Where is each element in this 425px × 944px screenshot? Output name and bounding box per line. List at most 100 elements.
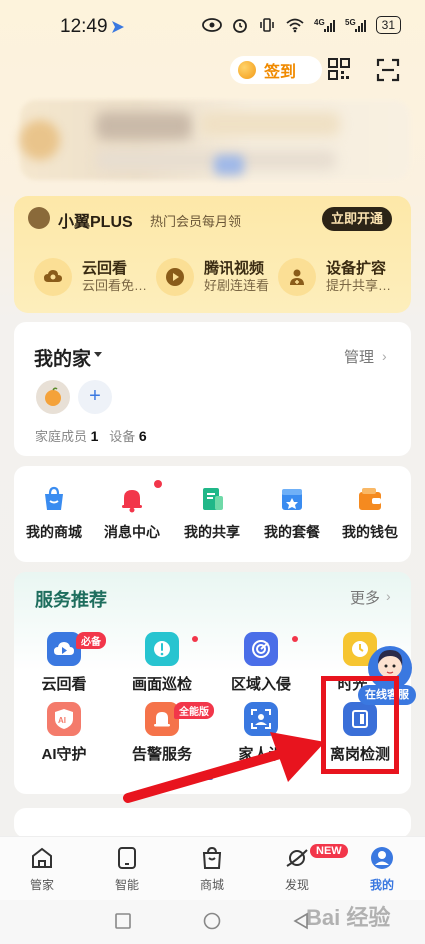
quick-item-share[interactable]: 我的共享 — [172, 484, 252, 542]
service-tag: 必备 — [76, 632, 106, 649]
signin-button[interactable]: 签到 — [230, 56, 322, 84]
quick-item-label: 我的钱包 — [342, 524, 398, 540]
plus-title: 小翼PLUS — [58, 214, 133, 231]
alarm-icon — [232, 19, 247, 33]
profile-blur-block — [96, 112, 192, 140]
svg-text:AI: AI — [58, 716, 66, 725]
vibrate-icon — [259, 18, 274, 32]
coin-icon — [238, 61, 256, 79]
quick-item-wallet[interactable]: 我的钱包 — [330, 484, 410, 542]
nav-label: 发现 — [284, 878, 309, 892]
quick-item-messages[interactable]: 消息中心 — [92, 484, 172, 542]
status-icons: 4G 5G 31 — [201, 16, 401, 34]
4g-signal-icon: 4G — [314, 18, 335, 32]
quick-item-package[interactable]: 我的套餐 — [252, 484, 332, 542]
scan-icon[interactable] — [376, 58, 400, 82]
service-label: 云回看 — [41, 676, 87, 693]
svg-text:4G: 4G — [314, 18, 325, 27]
members-label: 家庭成员 — [35, 429, 88, 444]
bell-icon — [122, 490, 142, 513]
5g-signal-icon: 5G — [345, 18, 366, 32]
home-icon — [32, 847, 52, 868]
quick-item-label: 我的商城 — [26, 524, 82, 540]
nav-label: 智能 — [114, 878, 139, 892]
quick-item-label: 我的套餐 — [264, 524, 320, 540]
service-label: 区域入侵 — [230, 676, 291, 693]
battery-icon: 31 — [375, 16, 401, 34]
signin-label: 签到 — [264, 64, 297, 81]
nav-item-mine[interactable]: 我的 — [352, 846, 412, 893]
nav-label: 管家 — [29, 878, 54, 892]
plus-logo-icon — [28, 207, 50, 229]
profile-avatar-blur — [20, 120, 60, 160]
perk-item[interactable]: 云回看 云回看免… — [34, 258, 147, 296]
qr-code-icon[interactable] — [328, 58, 350, 80]
quick-item-label: 消息中心 — [104, 524, 160, 540]
perk-subtitle: 云回看免… — [82, 278, 148, 293]
new-badge: NEW — [310, 844, 348, 858]
nav-label: 商城 — [199, 878, 224, 892]
quick-item-label: 我的共享 — [184, 524, 240, 540]
ai-guard-icon: AI — [47, 702, 81, 736]
shopping-bag-icon — [202, 846, 222, 869]
package-icon — [282, 489, 302, 510]
nav-item-mall[interactable]: 商城 — [182, 846, 242, 893]
perk-item[interactable]: 腾讯视频 好剧连连看 — [156, 258, 269, 296]
wifi-icon — [286, 18, 304, 33]
wallet-icon — [359, 488, 381, 510]
chevron-right-icon: › — [386, 588, 391, 604]
cloud-replay-icon — [34, 258, 72, 296]
add-member-button[interactable]: + — [78, 380, 112, 414]
profile-blur-block — [200, 112, 340, 136]
nav-item-smart[interactable]: 智能 — [97, 846, 157, 893]
chevron-right-icon: › — [382, 348, 387, 364]
service-tag: 全能版 — [174, 702, 214, 719]
pointer-arrow-icon — [123, 732, 325, 803]
plus-subtitle: 热门会员每月领 — [150, 214, 242, 229]
devices-count: 6 — [138, 428, 147, 444]
perk-subtitle: 提升共享… — [326, 278, 392, 293]
home-button-icon[interactable] — [203, 912, 221, 930]
devices-label: 设备 — [109, 429, 136, 444]
perk-subtitle: 好剧连连看 — [204, 278, 270, 293]
perk-title: 腾讯视频 — [204, 260, 265, 277]
eye-icon — [201, 18, 222, 32]
manage-link[interactable]: 管理 — [344, 346, 374, 367]
expand-device-icon — [278, 258, 316, 296]
notification-dot — [192, 636, 198, 642]
perk-title: 云回看 — [82, 260, 128, 277]
profile-blur-block — [214, 155, 244, 175]
share-icon — [203, 488, 223, 510]
nav-label: 我的 — [369, 878, 394, 892]
user-icon — [371, 847, 393, 869]
perk-item[interactable]: 设备扩容 提升共享… — [278, 258, 391, 296]
notification-dot — [292, 636, 298, 642]
notification-dot — [154, 480, 162, 488]
service-title: 服务推荐 — [35, 590, 107, 610]
watermark: Bai 经验 — [306, 905, 391, 930]
quick-item-mall[interactable]: 我的商城 — [14, 484, 94, 542]
service-ai-guard[interactable]: AI AI守护 — [19, 702, 109, 764]
next-card — [14, 808, 411, 838]
perk-title: 设备扩容 — [326, 260, 387, 277]
member-avatar[interactable] — [36, 380, 70, 414]
tablet-icon — [118, 847, 136, 869]
nav-item-home[interactable]: 管家 — [12, 846, 72, 893]
family-stats: 家庭成员 1 设备 6 — [35, 426, 147, 445]
svg-text:5G: 5G — [345, 18, 356, 27]
service-label: AI守护 — [41, 746, 87, 763]
service-label: 画面巡检 — [131, 676, 192, 693]
planet-icon — [286, 849, 308, 867]
area-intrusion-icon — [244, 632, 278, 666]
caret-down-icon[interactable] — [94, 352, 102, 357]
family-title[interactable]: 我的家 — [34, 344, 91, 371]
video-play-icon — [156, 258, 194, 296]
recent-apps-icon[interactable] — [114, 912, 132, 930]
flag-icon — [112, 21, 124, 33]
members-count: 1 — [90, 428, 99, 444]
inspection-icon — [145, 632, 179, 666]
shopping-bag-icon — [45, 486, 63, 510]
open-plus-button[interactable]: 立即开通 — [322, 207, 392, 231]
more-link[interactable]: 更多 — [350, 587, 380, 608]
status-time: 12:49 — [60, 16, 108, 37]
